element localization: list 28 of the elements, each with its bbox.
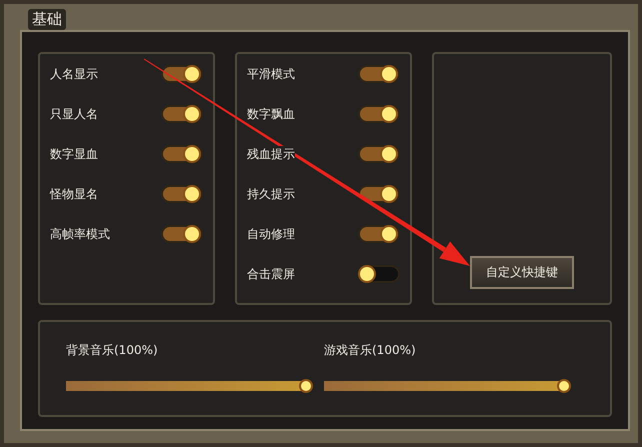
toggle-label: 平滑模式 xyxy=(247,66,295,82)
volume-label: 背景音乐(100%) xyxy=(66,342,159,359)
toggle-label: 残血提示 xyxy=(247,146,295,162)
volume-slider[interactable] xyxy=(324,379,571,393)
toggle-switch[interactable] xyxy=(358,265,400,283)
toggle-label: 人名显示 xyxy=(50,66,98,82)
toggle-switch[interactable] xyxy=(358,65,400,83)
toggle-switch[interactable] xyxy=(161,185,203,203)
toggle-label: 合击震屏 xyxy=(247,266,295,282)
toggle-switch[interactable] xyxy=(358,105,400,123)
toggle-label: 只显人名 xyxy=(50,106,98,122)
toggle-label: 数字飘血 xyxy=(247,106,295,122)
volume-label: 游戏音乐(100%) xyxy=(324,342,417,359)
toggle-label: 高帧率模式 xyxy=(50,226,110,242)
toggle-switch[interactable] xyxy=(358,145,400,163)
toggle-switch[interactable] xyxy=(161,65,203,83)
toggle-label: 自动修理 xyxy=(247,226,295,242)
toggle-label: 数字显血 xyxy=(50,146,98,162)
shortcut-button[interactable]: 自定义快捷键 xyxy=(470,256,574,289)
toggle-switch[interactable] xyxy=(358,225,400,243)
toggle-switch[interactable] xyxy=(161,145,203,163)
volume-slider[interactable] xyxy=(66,379,313,393)
toggle-label: 持久提示 xyxy=(247,186,295,202)
toggle-label: 怪物显名 xyxy=(50,186,98,202)
toggle-switch[interactable] xyxy=(161,105,203,123)
window-title: 基础 xyxy=(28,9,66,30)
toggle-switch[interactable] xyxy=(161,225,203,243)
toggle-switch[interactable] xyxy=(358,185,400,203)
